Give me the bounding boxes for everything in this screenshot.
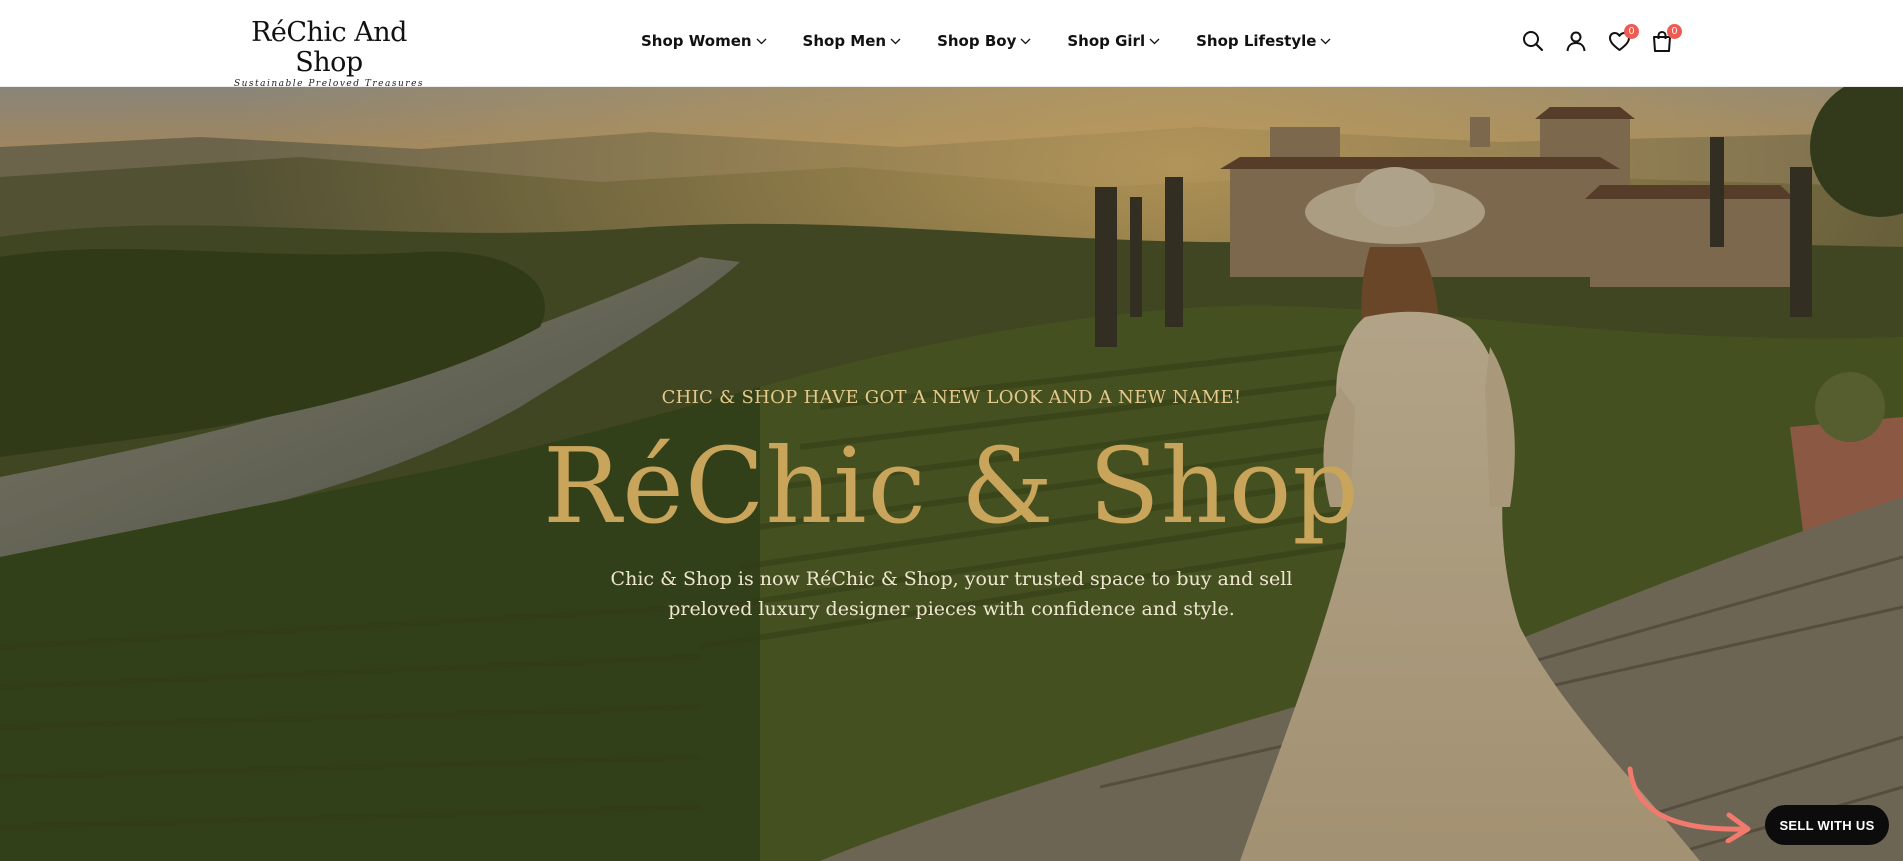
nav-label: Shop Men — [802, 32, 887, 50]
nav-label: Shop Women — [641, 32, 752, 50]
chevron-down-icon — [756, 38, 767, 44]
site-header: RéChic And Shop Sustainable Preloved Tre… — [0, 0, 1903, 90]
site-logo[interactable]: RéChic And Shop Sustainable Preloved Tre… — [229, 17, 429, 90]
wishlist-button[interactable]: 0 — [1606, 24, 1639, 54]
search-icon — [1523, 31, 1544, 52]
chevron-down-icon — [1149, 38, 1160, 44]
logo-title: RéChic And Shop — [251, 17, 407, 78]
chevron-down-icon — [890, 38, 901, 44]
nav-shop-boy[interactable]: Shop Boy — [937, 32, 1031, 50]
hero-title: RéChic & Shop — [542, 425, 1361, 547]
hero-kicker: CHIC & SHOP HAVE GOT A NEW LOOK AND A NE… — [661, 387, 1242, 408]
nav-label: Shop Girl — [1067, 32, 1146, 50]
nav-shop-girl[interactable]: Shop Girl — [1067, 32, 1160, 50]
nav-label: Shop Boy — [937, 32, 1017, 50]
cart-count-badge: 0 — [1667, 24, 1682, 39]
hero-banner: CHIC & SHOP HAVE GOT A NEW LOOK AND A NE… — [0, 87, 1903, 861]
logo-tagline: Sustainable Preloved Treasures — [233, 79, 425, 90]
user-icon — [1566, 31, 1586, 52]
main-navigation: Shop Women Shop Men Shop Boy Shop Girl S… — [641, 32, 1367, 50]
nav-shop-lifestyle[interactable]: Shop Lifestyle — [1196, 32, 1331, 50]
cart-button[interactable]: 0 — [1649, 24, 1682, 54]
wishlist-count-badge: 0 — [1624, 24, 1639, 39]
nav-shop-men[interactable]: Shop Men — [803, 32, 902, 50]
sell-with-us-button[interactable]: SELL WITH US — [1765, 805, 1889, 845]
chevron-down-icon — [1020, 38, 1031, 44]
hero-description: Chic & Shop is now RéChic & Shop, your t… — [610, 568, 1293, 620]
account-button[interactable] — [1563, 28, 1589, 54]
search-button[interactable] — [1520, 28, 1546, 54]
nav-shop-women[interactable]: Shop Women — [641, 32, 767, 50]
curved-arrow-icon — [1627, 766, 1751, 843]
header-actions: 0 0 — [1520, 24, 1692, 54]
chevron-down-icon — [1320, 38, 1331, 44]
nav-label: Shop Lifestyle — [1196, 32, 1317, 50]
